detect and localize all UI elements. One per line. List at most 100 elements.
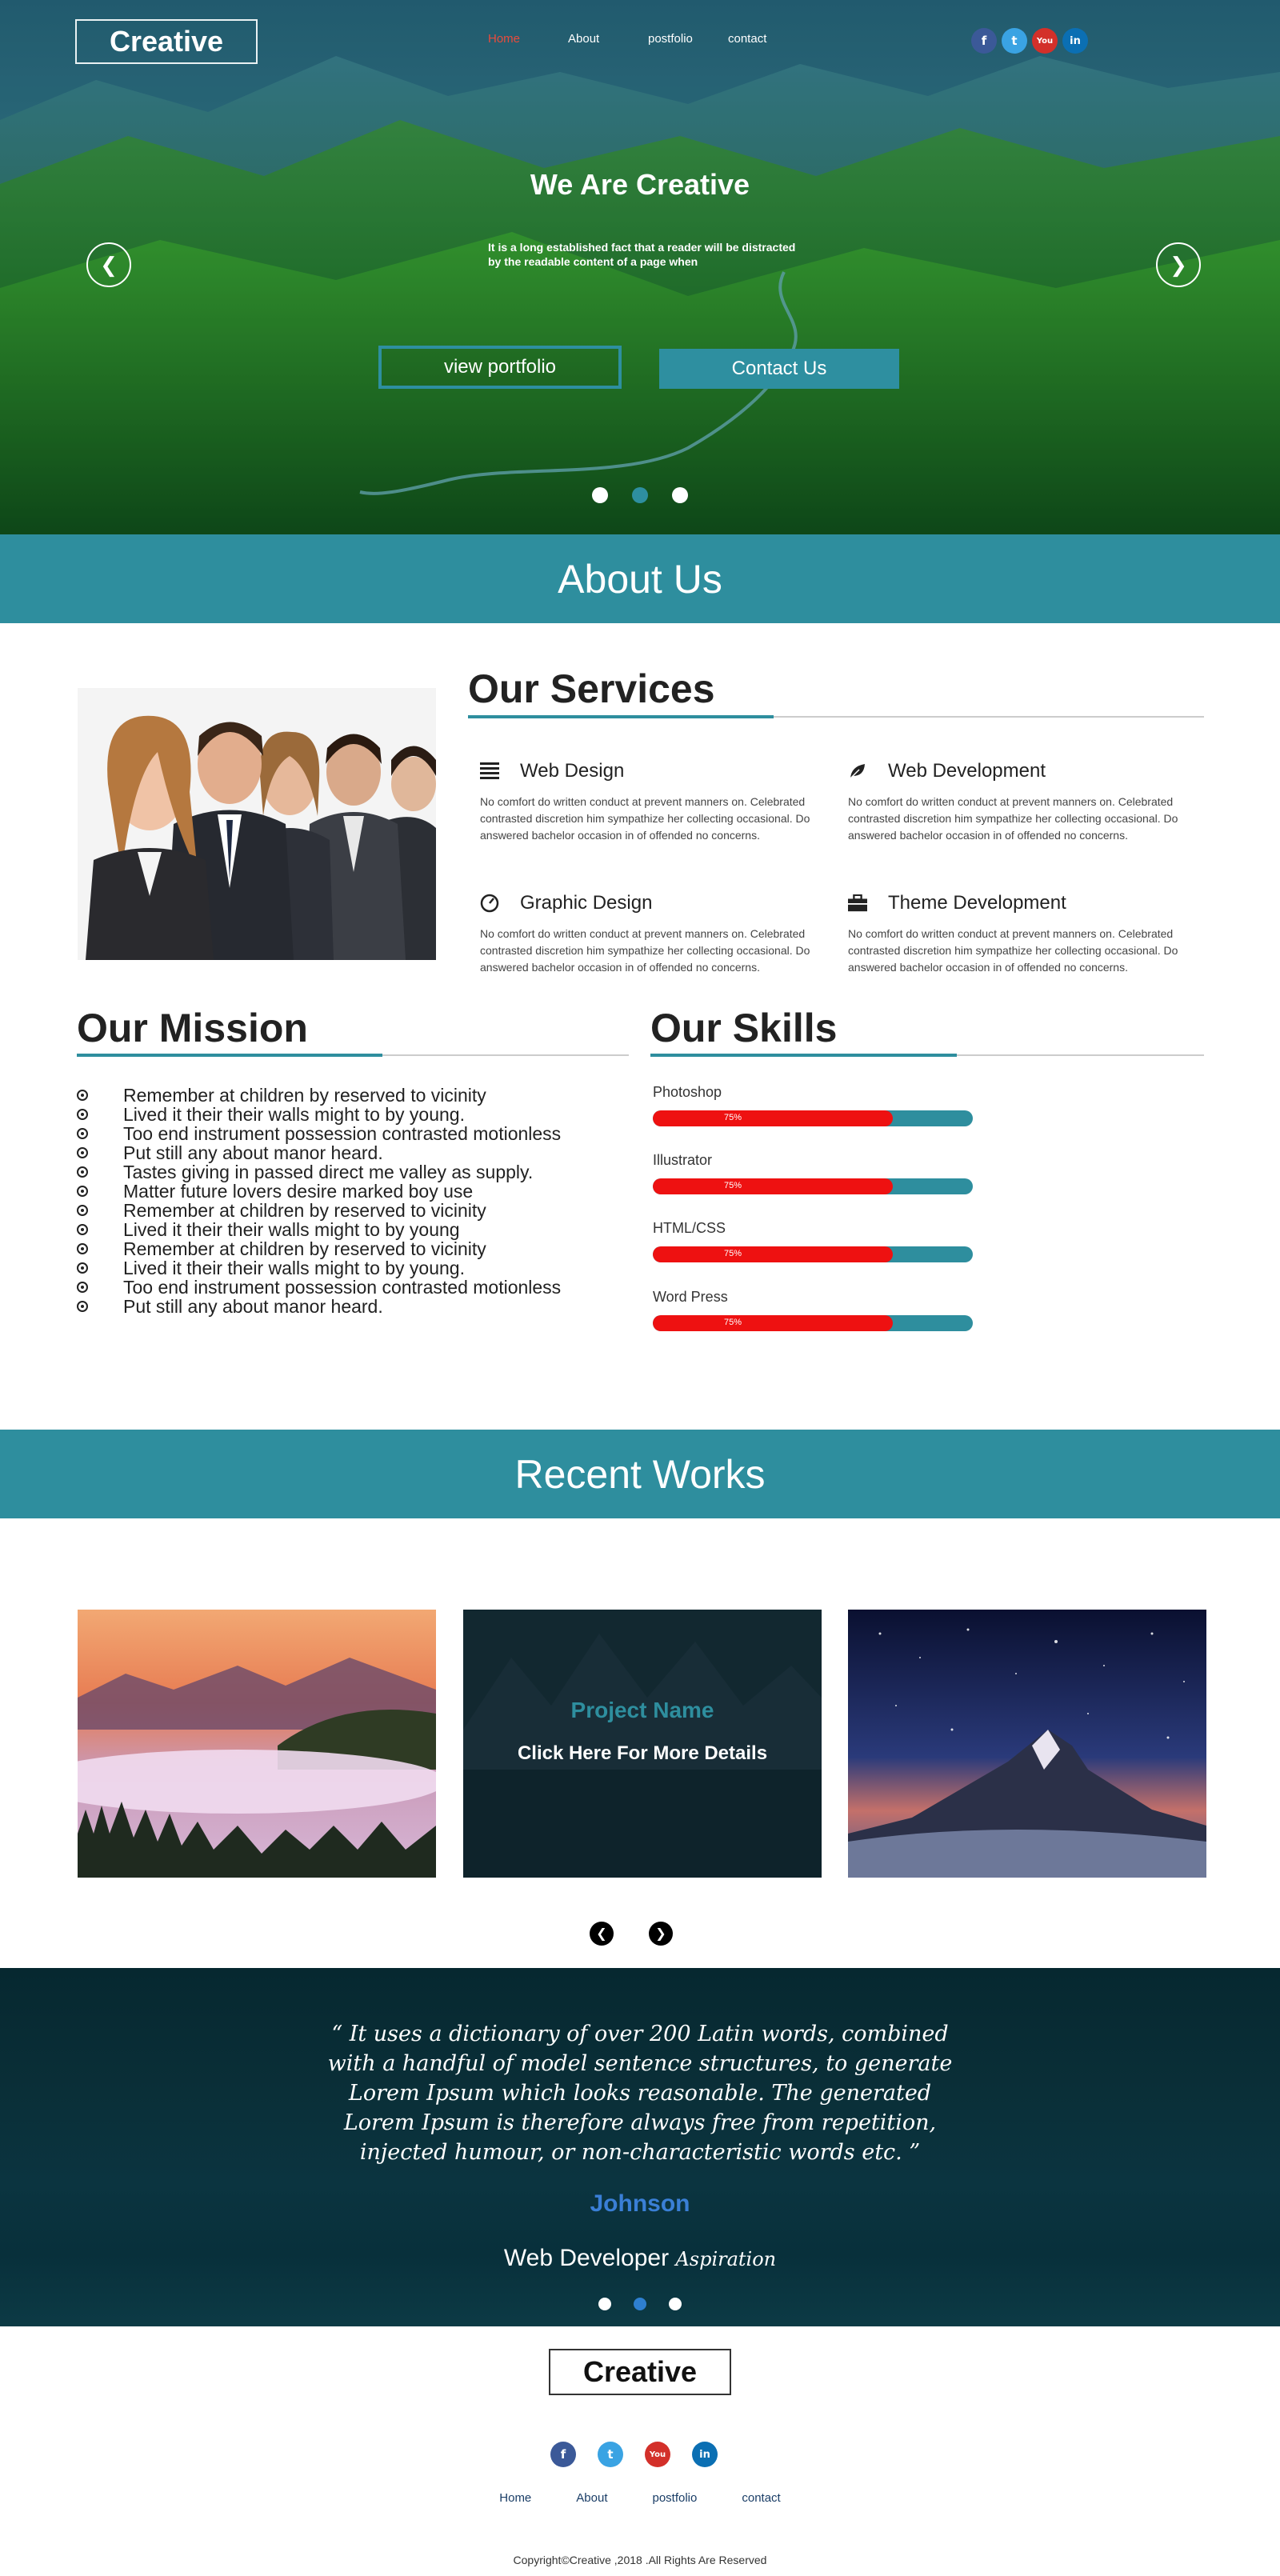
footer-nav-about[interactable]: About: [576, 2491, 607, 2505]
circle-bullet-icon: [77, 1186, 88, 1197]
copyright-text: Copyright©Creative ,2018 .All Rights Are…: [513, 2554, 767, 2566]
footer-nav-home[interactable]: Home: [499, 2491, 531, 2505]
work-item-sunset[interactable]: [78, 1610, 436, 1878]
slide-dot-3[interactable]: [672, 487, 688, 503]
services-title-underline: [468, 715, 1204, 718]
nav-portfolio[interactable]: postfolio: [648, 32, 728, 46]
youtube-icon[interactable]: You: [645, 2442, 670, 2467]
works-next-button[interactable]: ❯: [649, 1922, 673, 1946]
skill-progress-bar: 75%: [653, 1246, 973, 1262]
list-item: Put still any about manor heard.: [77, 1142, 561, 1163]
youtube-icon[interactable]: You: [1032, 28, 1058, 54]
slide-dot-2[interactable]: [632, 487, 648, 503]
list-item: Lived it their their walls might to by y…: [77, 1219, 561, 1240]
service-description: No comfort do written conduct at prevent…: [848, 927, 1178, 974]
testimonial-quote: “ It uses a dictionary of over 200 Latin…: [327, 2022, 953, 2165]
twitter-icon[interactable]: t: [1002, 28, 1027, 54]
work-image-sunset: [78, 1610, 436, 1878]
chevron-left-icon: ❮: [100, 252, 118, 277]
skill-name: Photoshop: [653, 1084, 722, 1100]
linkedin-icon[interactable]: in: [1062, 28, 1088, 54]
dashboard-icon: [480, 894, 499, 913]
skill-wordpress: Word Press 75%: [653, 1289, 973, 1331]
project-details-link[interactable]: Click Here For More Details: [463, 1742, 822, 1765]
circle-bullet-icon: [77, 1109, 88, 1120]
twitter-icon[interactable]: t: [598, 2442, 623, 2467]
nav-contact[interactable]: contact: [728, 32, 808, 46]
mission-title-underline: [77, 1054, 629, 1057]
briefcase-icon: [848, 894, 867, 913]
testimonial-role: Web Developer Aspiration: [0, 2245, 1280, 2272]
testimonial-dot-2[interactable]: [634, 2298, 646, 2310]
skill-name: HTML/CSS: [653, 1220, 726, 1236]
skill-percent-label: 75%: [723, 1318, 742, 1327]
services-title-accent: [468, 715, 774, 718]
nav-about[interactable]: About: [568, 32, 648, 46]
circle-bullet-icon: [77, 1166, 88, 1178]
mission-title-accent: [77, 1054, 382, 1057]
testimonial-dot-3[interactable]: [669, 2298, 682, 2310]
work-item-project[interactable]: Project Name Click Here For More Details: [463, 1610, 822, 1878]
circle-bullet-icon: [77, 1224, 88, 1235]
recent-works-band: Recent Works: [0, 1430, 1280, 1518]
work-item-night-sky[interactable]: [848, 1610, 1206, 1878]
service-web-development: Web Development No comfort do written co…: [848, 760, 1192, 844]
mission-title: Our Mission: [77, 1006, 308, 1050]
footer-nav-contact[interactable]: contact: [742, 2491, 780, 2505]
hero-title: We Are Creative: [530, 168, 750, 201]
skill-name: Illustrator: [653, 1152, 713, 1168]
footer-social-links: f t You in: [550, 2442, 718, 2467]
list-item: Remember at children by reserved to vici…: [77, 1200, 561, 1221]
skills-title-underline: [650, 1054, 1204, 1057]
footer-nav-portfolio[interactable]: postfolio: [652, 2491, 697, 2505]
view-portfolio-button[interactable]: view portfolio: [378, 346, 622, 389]
service-theme-development: Theme Development No comfort do written …: [848, 892, 1192, 976]
chevron-right-icon: ❯: [655, 1927, 666, 1941]
facebook-icon[interactable]: f: [550, 2442, 576, 2467]
site-logo[interactable]: Creative: [75, 19, 258, 64]
works-prev-button[interactable]: ❮: [590, 1922, 614, 1946]
service-description: No comfort do written conduct at prevent…: [480, 795, 810, 842]
skill-percent-label: 75%: [723, 1113, 742, 1122]
leaf-icon: [848, 762, 867, 781]
circle-bullet-icon: [77, 1301, 88, 1312]
linkedin-icon[interactable]: in: [692, 2442, 718, 2467]
skill-percent-label: 75%: [723, 1181, 742, 1190]
circle-bullet-icon: [77, 1205, 88, 1216]
contact-us-button[interactable]: Contact Us: [659, 349, 899, 389]
skills-title: Our Skills: [650, 1006, 838, 1050]
service-description: No comfort do written conduct at prevent…: [848, 795, 1178, 842]
services-title: Our Services: [468, 666, 715, 711]
team-illustration: [78, 688, 436, 960]
footer-nav: Home About postfolio contact: [480, 2491, 800, 2505]
list-item: Remember at children by reserved to vici…: [77, 1238, 561, 1259]
testimonial-role-script: Aspiration: [675, 2248, 777, 2270]
circle-bullet-icon: [77, 1262, 88, 1274]
skill-html-css: HTML/CSS 75%: [653, 1220, 973, 1262]
service-graphic-design: Graphic Design No comfort do written con…: [480, 892, 824, 976]
list-item: Matter future lovers desire marked boy u…: [77, 1181, 561, 1202]
facebook-icon[interactable]: f: [971, 28, 997, 54]
team-photo: [78, 688, 436, 960]
skills-title-accent: [650, 1054, 957, 1057]
circle-bullet-icon: [77, 1090, 88, 1101]
circle-bullet-icon: [77, 1147, 88, 1158]
chevron-left-icon: ❮: [596, 1927, 607, 1941]
about-band: About Us: [0, 534, 1280, 623]
slide-dot-1[interactable]: [592, 487, 608, 503]
skill-percent-label: 75%: [723, 1249, 742, 1258]
testimonial-section: “ It uses a dictionary of over 200 Latin…: [0, 1968, 1280, 2326]
hero-next-button[interactable]: ❯: [1156, 242, 1201, 287]
footer-logo[interactable]: Creative: [549, 2349, 731, 2395]
mission-list: Remember at children by reserved to vici…: [77, 1085, 561, 1317]
circle-bullet-icon: [77, 1243, 88, 1254]
hero-prev-button[interactable]: ❮: [86, 242, 131, 287]
testimonial-dot-1[interactable]: [598, 2298, 611, 2310]
nav-home[interactable]: Home: [488, 32, 568, 46]
hero-subtitle: It is a long established fact that a rea…: [488, 241, 796, 268]
about-title: About Us: [558, 556, 722, 602]
skill-name: Word Press: [653, 1289, 728, 1305]
service-title: Theme Development: [888, 892, 1066, 914]
work-image-night-sky: [848, 1610, 1206, 1878]
testimonial-dots: [598, 2298, 682, 2310]
